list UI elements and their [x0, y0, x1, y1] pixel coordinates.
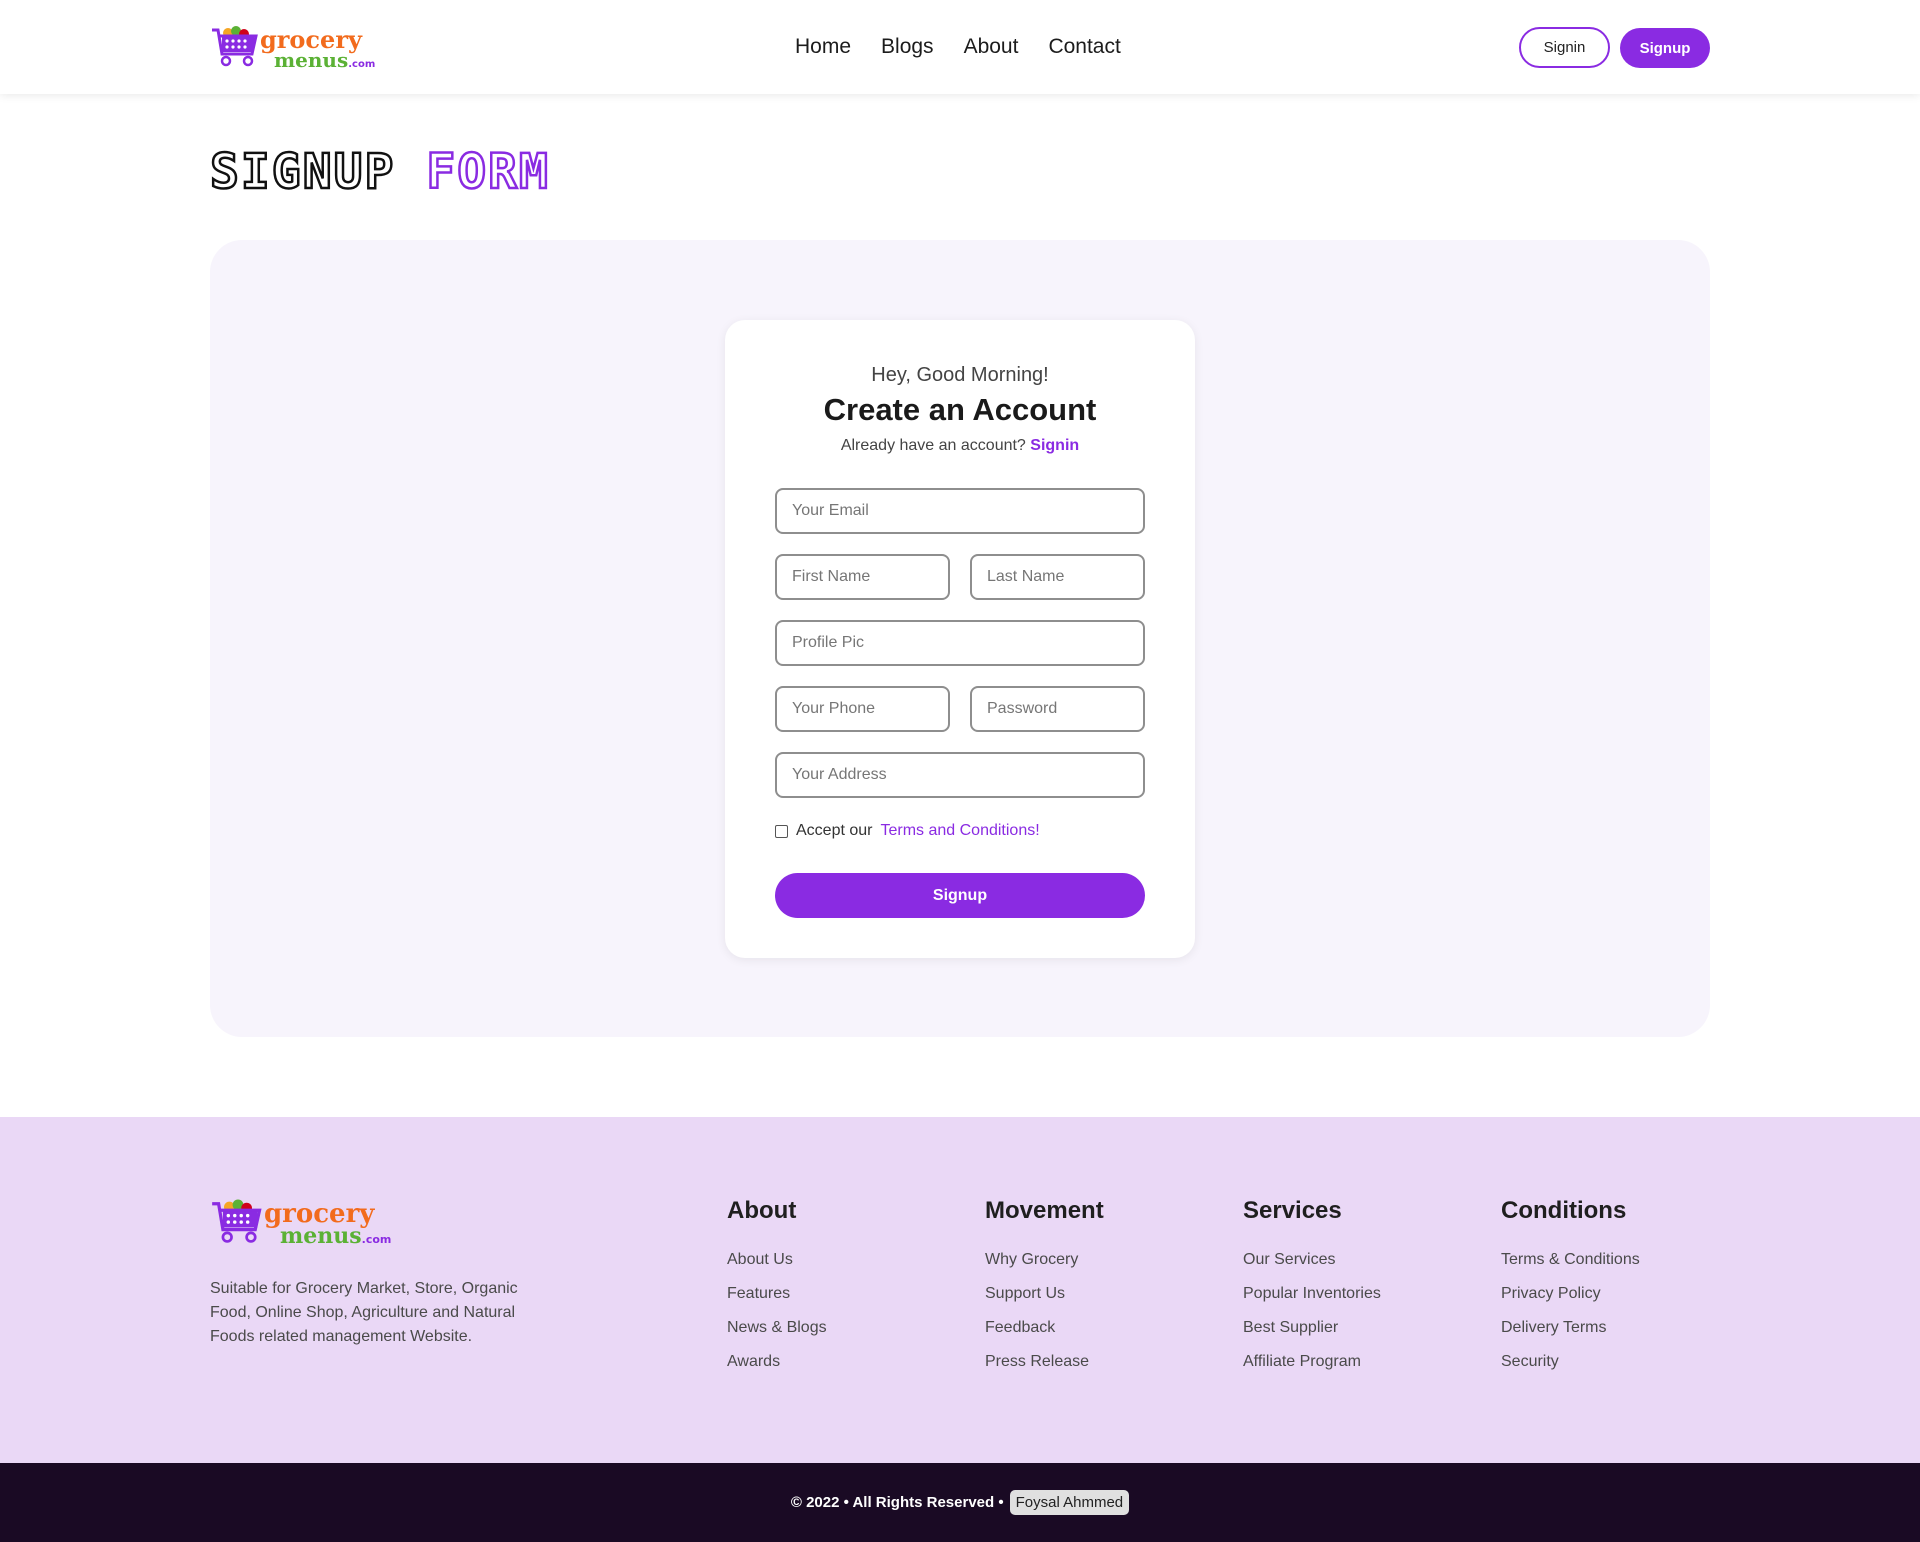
footer-link[interactable]: Delivery Terms — [1501, 1311, 1640, 1345]
footer-brand-name-bottom: menus.com — [280, 1222, 392, 1249]
footer-brand-logo[interactable]: grocery menus.com — [210, 1197, 391, 1250]
footer-brand-wordmark: grocery menus.com — [264, 1201, 391, 1247]
footer-link[interactable]: Feedback — [985, 1311, 1104, 1345]
address-field[interactable] — [775, 752, 1145, 798]
footer-link[interactable]: Privacy Policy — [1501, 1277, 1640, 1311]
signin-link[interactable]: Signin — [1030, 437, 1079, 454]
footer-column-services: Services Our Services Popular Inventorie… — [1243, 1197, 1381, 1379]
main-nav: Home Blogs About Contact — [795, 35, 1121, 59]
site-header: grocery menus.com Home Blogs About Conta… — [0, 0, 1920, 94]
footer-column-title: Conditions — [1501, 1197, 1627, 1224]
greeting-text: Hey, Good Morning! — [871, 364, 1049, 386]
footer-description: Suitable for Grocery Market, Store, Orga… — [210, 1280, 518, 1345]
terms-row: Accept our Terms and Conditions! — [775, 822, 1040, 840]
footer-column-title: Services — [1243, 1197, 1342, 1224]
header-signin-button[interactable]: Signin — [1519, 27, 1610, 68]
footer-link[interactable]: Our Services — [1243, 1243, 1381, 1277]
signup-submit-button[interactable]: Signup — [775, 873, 1145, 918]
phone-field[interactable] — [775, 686, 950, 732]
footer-link[interactable]: About Us — [727, 1243, 827, 1277]
profile-pic-field[interactable] — [775, 620, 1145, 666]
terms-prefix: Accept our — [796, 822, 873, 839]
footer-link[interactable]: Terms & Conditions — [1501, 1243, 1640, 1277]
footer-column-conditions: Conditions Terms & Conditions Privacy Po… — [1501, 1197, 1640, 1379]
brand-name-bottom: menus.com — [274, 47, 376, 72]
brand-wordmark: grocery menus.com — [260, 27, 376, 72]
page-title-part1: SIGNUP — [209, 143, 396, 202]
footer-link[interactable]: News & Blogs — [727, 1311, 827, 1345]
nav-blogs[interactable]: Blogs — [881, 35, 934, 59]
header-signup-button[interactable]: Signup — [1620, 28, 1710, 68]
copyright-bar: © 2022 • All Rights Reserved • Foysal Ah… — [0, 1463, 1920, 1542]
shopping-cart-icon — [210, 24, 262, 73]
nav-home[interactable]: Home — [795, 35, 851, 59]
signup-card: Hey, Good Morning! Create an Account Alr… — [725, 320, 1195, 958]
shopping-cart-icon — [210, 1197, 266, 1250]
first-name-field[interactable] — [775, 554, 950, 600]
footer-link[interactable]: Press Release — [985, 1345, 1104, 1379]
password-field[interactable] — [970, 686, 1145, 732]
nav-contact[interactable]: Contact — [1048, 35, 1120, 59]
footer-column-about: About About Us Features News & Blogs Awa… — [727, 1197, 827, 1379]
terms-checkbox[interactable] — [775, 824, 788, 838]
footer-link[interactable]: Features — [727, 1277, 827, 1311]
footer-column-title: About — [727, 1197, 797, 1224]
footer-link[interactable]: Why Grocery — [985, 1243, 1104, 1277]
footer-column-movement: Movement Why Grocery Support Us Feedback… — [985, 1197, 1104, 1379]
footer-column-title: Movement — [985, 1197, 1104, 1224]
terms-link[interactable]: Terms and Conditions! — [880, 822, 1039, 840]
footer-link[interactable]: Best Supplier — [1243, 1311, 1381, 1345]
site-footer: grocery menus.com Suitable for Grocery M… — [0, 1117, 1920, 1463]
footer-link[interactable]: Security — [1501, 1345, 1640, 1379]
brand-logo[interactable]: grocery menus.com — [210, 24, 375, 73]
page-title: SIGNUP FORM — [209, 143, 550, 202]
footer-link[interactable]: Support Us — [985, 1277, 1104, 1311]
footer-link[interactable]: Affiliate Program — [1243, 1345, 1381, 1379]
card-title: Create an Account — [823, 392, 1097, 427]
footer-link[interactable]: Awards — [727, 1345, 827, 1379]
nav-about[interactable]: About — [964, 35, 1019, 59]
have-account-text: Already have an account? — [840, 437, 1026, 454]
have-account-line: Already have an account? Signin — [725, 437, 1195, 455]
email-field[interactable] — [775, 488, 1145, 534]
author-badge[interactable]: Foysal Ahmmed — [1009, 1490, 1130, 1515]
footer-link[interactable]: Popular Inventories — [1243, 1277, 1381, 1311]
copyright-text: © 2022 • All Rights Reserved • — [790, 1494, 1004, 1511]
page-title-part2: FORM — [425, 143, 550, 202]
last-name-field[interactable] — [970, 554, 1145, 600]
